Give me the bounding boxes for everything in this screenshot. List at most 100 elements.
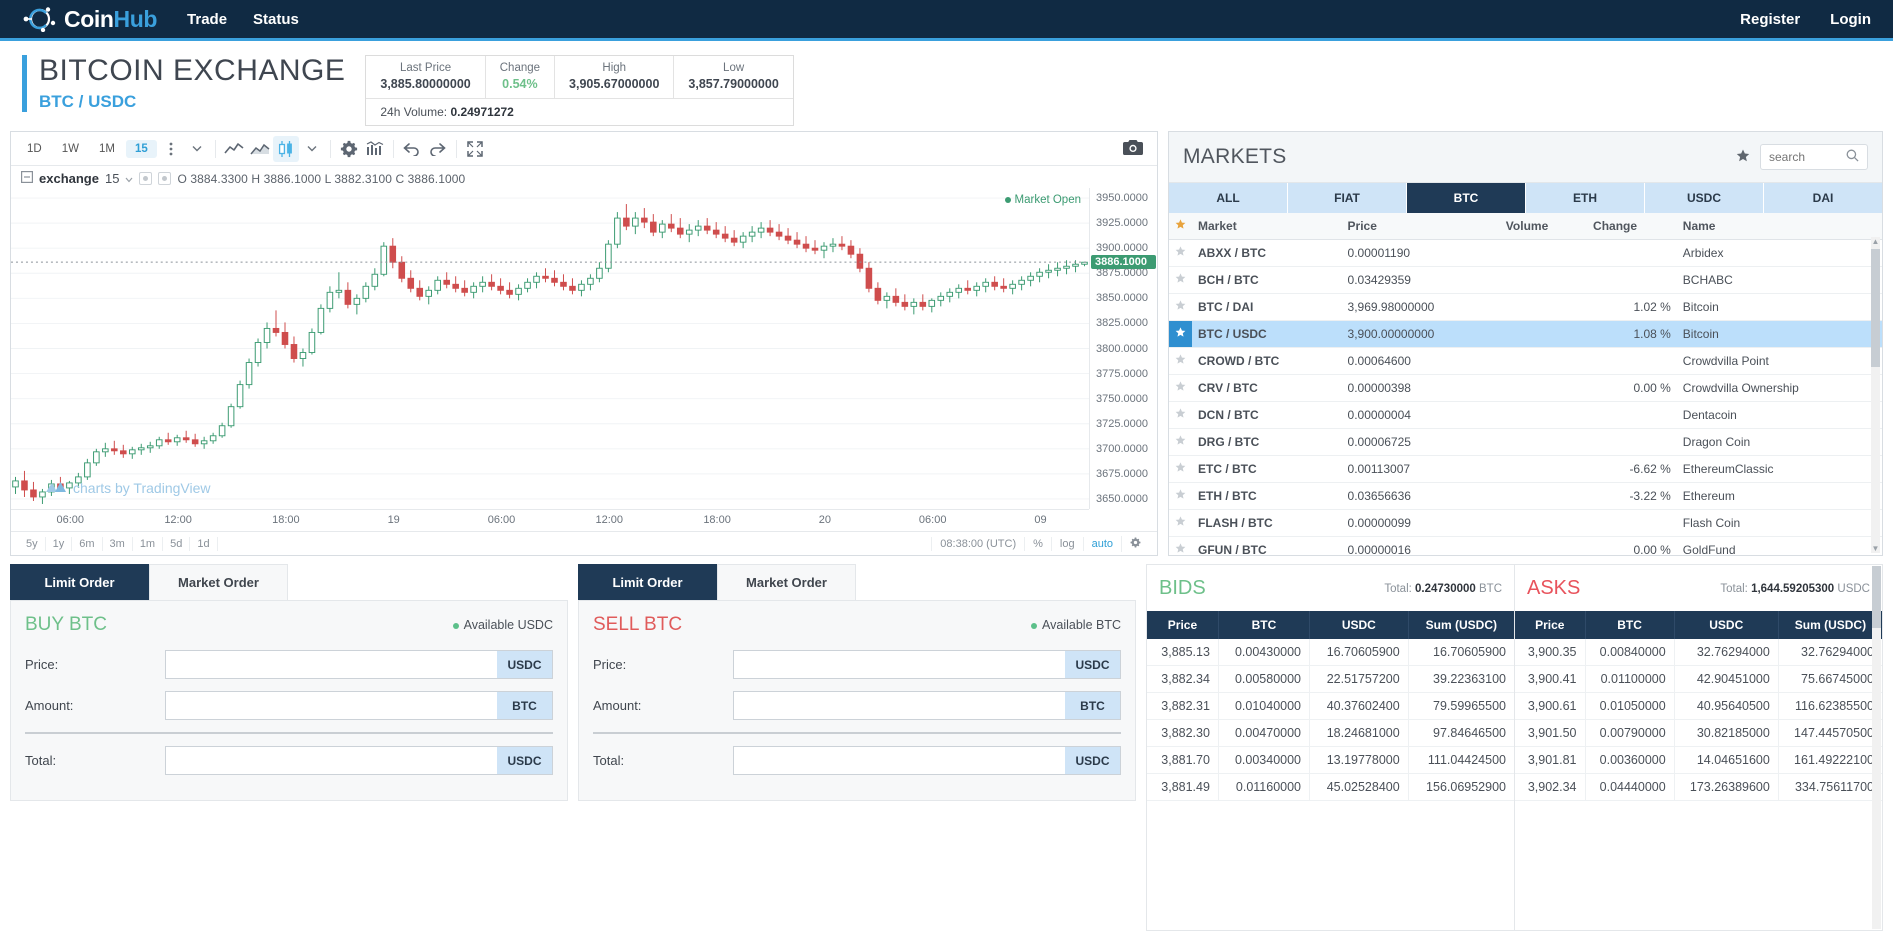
interval-dropdown-icon[interactable] (184, 136, 210, 162)
row-market[interactable]: FLASH / BTC (1192, 509, 1342, 537)
timeframe-1d[interactable]: 1D (18, 140, 51, 158)
chart-interval-caret-icon[interactable] (125, 172, 133, 186)
undo-icon[interactable] (399, 136, 425, 162)
buy-available-balance[interactable]: Available USDC (452, 618, 553, 632)
register-link[interactable]: Register (1740, 11, 1800, 28)
buy-tab-market-order[interactable]: Market Order (149, 564, 288, 600)
chart-price-axis[interactable]: 3950.0000 3925.0000 3900.0000 3875.0000 3850… (1089, 188, 1157, 509)
timeframe-1w[interactable]: 1W (53, 140, 88, 158)
markets-tab-fiat[interactable]: FIAT (1288, 183, 1407, 213)
table-row[interactable]: CRV / BTC 0.00000398 0.00 % Crowdvilla Owne… (1169, 374, 1882, 402)
indicators-icon[interactable] (362, 136, 388, 162)
redo-icon[interactable] (425, 136, 451, 162)
row-market[interactable]: CROWD / BTC (1192, 347, 1342, 375)
timeframe-15[interactable]: 15 (125, 139, 157, 158)
area-chart-icon[interactable] (247, 136, 273, 162)
table-row[interactable]: 3,881.70 0.00340000 13.19778000 111.0442450… (1147, 746, 1514, 774)
range-6m[interactable]: 6m (72, 536, 103, 551)
table-row[interactable]: 3,901.81 0.00360000 14.04651600 161.4922210… (1515, 746, 1882, 774)
markets-col-favorite[interactable] (1169, 213, 1192, 240)
search-icon[interactable] (1846, 149, 1859, 165)
row-market[interactable]: DRG / BTC (1192, 428, 1342, 456)
log-scale-toggle[interactable]: log (1050, 536, 1083, 551)
markets-col-market[interactable]: Market (1192, 213, 1342, 240)
row-favorite-star-icon[interactable] (1169, 509, 1192, 537)
row-market[interactable]: CRV / BTC (1192, 374, 1342, 402)
fullscreen-icon[interactable] (462, 136, 488, 162)
table-row[interactable]: 3,902.34 0.04440000 173.26389600 334.756117… (1515, 773, 1882, 801)
table-row[interactable]: CROWD / BTC 0.00064600 Crowdvilla Point (1169, 347, 1882, 375)
percent-scale-toggle[interactable]: % (1024, 536, 1051, 551)
table-row[interactable]: BTC / DAI 3,969.98000000 1.02 % Bitcoin (1169, 293, 1882, 321)
row-favorite-star-icon[interactable] (1169, 266, 1192, 294)
table-row[interactable]: 3,900.35 0.00840000 32.76294000 32.76294000 (1515, 639, 1882, 666)
row-favorite-star-icon[interactable] (1169, 347, 1192, 375)
chart-plot-area[interactable] (11, 188, 1089, 509)
sell-total-input[interactable] (733, 746, 1065, 775)
candlestick-chart-icon[interactable] (272, 135, 299, 162)
row-favorite-star-icon[interactable] (1169, 239, 1192, 267)
row-favorite-star-icon[interactable] (1169, 536, 1192, 555)
markets-col-price[interactable]: Price (1341, 213, 1500, 240)
nav-link-status[interactable]: Status (253, 11, 299, 28)
table-row[interactable]: BTC / USDC 3,900.00000000 1.08 % Bitcoin (1169, 320, 1882, 348)
sell-price-input[interactable] (733, 650, 1065, 679)
series-settings-icon[interactable] (158, 172, 172, 185)
hide-series-icon[interactable] (139, 172, 153, 185)
markets-tab-usdc[interactable]: USDC (1645, 183, 1764, 213)
table-row[interactable]: GFUN / BTC 0.00000016 0.00 % GoldFund (1169, 536, 1882, 555)
markets-col-volume[interactable]: Volume (1499, 213, 1588, 240)
chart-settings-gear-icon[interactable] (1121, 535, 1149, 552)
table-row[interactable]: 3,882.30 0.00470000 18.24681000 97.84646500 (1147, 719, 1514, 747)
row-market[interactable]: BTC / DAI (1192, 293, 1342, 321)
row-favorite-star-icon[interactable] (1169, 293, 1192, 321)
scroll-up-arrow-icon[interactable]: ▲ (1871, 237, 1880, 246)
markets-search-box[interactable] (1760, 144, 1868, 170)
nav-link-trade[interactable]: Trade (187, 11, 227, 28)
search-input[interactable] (1769, 150, 1846, 164)
table-row[interactable]: 3,881.49 0.01160000 45.02528400 156.0695290… (1147, 773, 1514, 801)
row-market[interactable]: BCH / BTC (1192, 266, 1342, 294)
markets-scroll-thumb[interactable] (1871, 249, 1880, 367)
markets-tab-eth[interactable]: ETH (1526, 183, 1645, 213)
range-1y[interactable]: 1y (46, 536, 73, 551)
table-row[interactable]: 3,900.41 0.01100000 42.90451000 75.66745000 (1515, 665, 1882, 693)
row-favorite-star-icon[interactable] (1169, 320, 1192, 348)
more-options-icon[interactable] (158, 136, 184, 162)
table-row[interactable]: ABXX / BTC 0.00001190 Arbidex (1169, 239, 1882, 267)
buy-amount-input[interactable] (165, 691, 497, 720)
sell-tab-market-order[interactable]: Market Order (717, 564, 856, 600)
chart-body[interactable]: Market Open charts by TradingView 3950.0… (11, 188, 1157, 531)
markets-col-change[interactable]: Change (1587, 213, 1677, 240)
scroll-down-arrow-icon[interactable]: ▼ (1871, 544, 1880, 553)
markets-tab-all[interactable]: ALL (1169, 183, 1288, 213)
row-favorite-star-icon[interactable] (1169, 482, 1192, 510)
row-favorite-star-icon[interactable] (1169, 401, 1192, 429)
sell-amount-input[interactable] (733, 691, 1065, 720)
row-market[interactable]: ABXX / BTC (1192, 239, 1342, 267)
screenshot-camera-icon[interactable] (1123, 139, 1143, 159)
chart-interval-label[interactable]: 15 (105, 171, 119, 186)
tradingview-attribution[interactable]: charts by TradingView (45, 478, 210, 497)
markets-tab-btc[interactable]: BTC (1407, 183, 1526, 213)
row-market[interactable]: GFUN / BTC (1192, 536, 1342, 555)
range-3m[interactable]: 3m (103, 536, 133, 551)
range-1d[interactable]: 1d (190, 536, 218, 551)
row-market[interactable]: ETC / BTC (1192, 455, 1342, 483)
row-market[interactable]: ETH / BTC (1192, 482, 1342, 510)
chart-symbol-name[interactable]: exchange (39, 171, 99, 186)
markets-tab-dai[interactable]: DAI (1764, 183, 1882, 213)
markets-table-wrapper[interactable]: Market Price Volume Change Name ABXX / B… (1169, 213, 1882, 555)
chart-time-axis[interactable]: 06:00 12:00 18:00 19 06:00 12:00 18:00 20 06:00 0… (11, 509, 1089, 531)
sell-available-balance[interactable]: Available BTC (1031, 618, 1121, 632)
gear-icon[interactable] (336, 136, 362, 162)
table-row[interactable]: 3,901.50 0.00790000 30.82185000 147.4457050… (1515, 719, 1882, 747)
sell-tab-limit-order[interactable]: Limit Order (578, 564, 717, 600)
orderbook-scrollbar[interactable] (1872, 566, 1881, 929)
auto-scale-toggle[interactable]: auto (1082, 536, 1121, 551)
login-link[interactable]: Login (1830, 11, 1871, 28)
brand-logo[interactable]: CoinHub (22, 6, 157, 33)
markets-scrollbar[interactable]: ▲ ▼ (1871, 237, 1880, 553)
orderbook-scroll-thumb[interactable] (1872, 566, 1881, 628)
buy-tab-limit-order[interactable]: Limit Order (10, 564, 149, 600)
